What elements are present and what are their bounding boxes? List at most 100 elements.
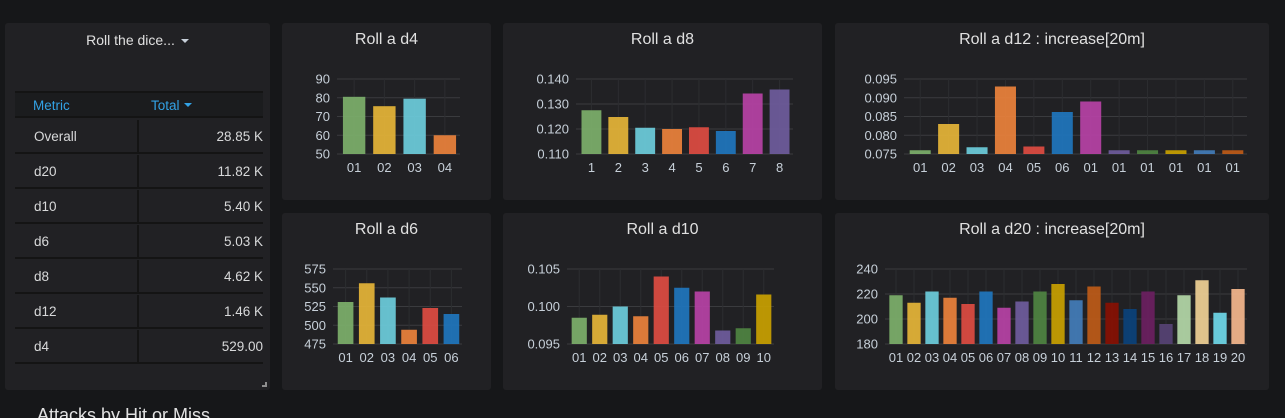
bar[interactable] [337, 302, 354, 344]
x-tick-label: 03 [407, 160, 421, 175]
bar[interactable] [742, 93, 763, 155]
bar[interactable] [925, 291, 939, 345]
total-value: 11.82 K [217, 164, 263, 179]
bar[interactable] [1165, 150, 1187, 154]
bar[interactable] [422, 308, 439, 344]
y-tick-label: 550 [304, 280, 326, 295]
bar[interactable] [1080, 101, 1102, 155]
y-tick-label: 475 [304, 337, 326, 352]
y-tick-label: 525 [304, 299, 326, 314]
sort-desc-icon [183, 103, 192, 107]
x-tick-label: 19 [1213, 350, 1227, 365]
x-tick-label: 10 [1051, 350, 1065, 365]
column-header-total[interactable]: Total [151, 98, 192, 113]
metric-cell: d20 [15, 155, 139, 187]
bar[interactable] [756, 294, 772, 345]
bar[interactable] [1051, 112, 1073, 154]
bar[interactable] [1105, 302, 1119, 344]
bar[interactable] [1195, 280, 1209, 344]
metric-label: d12 [34, 304, 57, 319]
bar[interactable] [1177, 295, 1191, 344]
bar[interactable] [571, 317, 587, 344]
bar[interactable] [1159, 324, 1173, 344]
x-tick-label: 03 [381, 350, 395, 365]
bar[interactable] [1222, 150, 1244, 154]
metric-label: Overall [34, 129, 77, 144]
x-tick-label: 09 [736, 350, 750, 365]
y-tick-label: 0.085 [864, 109, 897, 124]
bar[interactable] [380, 297, 396, 345]
bar[interactable] [1015, 301, 1029, 345]
bar[interactable] [961, 304, 975, 344]
y-tick-label: 0.095 [527, 337, 560, 352]
bar[interactable] [769, 89, 790, 155]
bar[interactable] [938, 124, 960, 154]
y-tick-label: 80 [316, 90, 330, 105]
x-tick-label: 01 [913, 160, 927, 175]
bar[interactable] [889, 295, 903, 344]
bar[interactable] [443, 314, 460, 344]
bar[interactable] [1231, 289, 1245, 344]
bar[interactable] [943, 297, 957, 344]
x-tick-label: 03 [613, 350, 627, 365]
bar[interactable] [373, 106, 396, 154]
bar[interactable] [715, 131, 736, 154]
metric-label: d20 [34, 164, 57, 179]
bar[interactable] [909, 150, 931, 154]
section-title[interactable]: Attacks by Hit or Miss [37, 405, 210, 418]
table-panel-title: Roll the dice... [86, 32, 175, 48]
x-tick-label: 01 [1140, 160, 1154, 175]
column-header-metric[interactable]: Metric [33, 98, 70, 113]
bar[interactable] [674, 287, 690, 344]
panel-title-dropdown[interactable]: Roll the dice... [5, 32, 270, 48]
bar[interactable] [433, 135, 457, 154]
total-value: 5.40 K [223, 199, 263, 214]
bar[interactable] [1137, 150, 1159, 154]
bar[interactable] [907, 302, 921, 344]
metric-cell: d6 [15, 225, 139, 257]
bar[interactable] [1033, 291, 1047, 345]
bar[interactable] [635, 127, 656, 154]
table-row: d12 1.46 K [15, 295, 263, 329]
bar[interactable] [735, 328, 751, 344]
panel-d10: Roll a d10 0.095 0.100 0.105 01 02 03 04 05 06 07… [503, 213, 822, 390]
bar[interactable] [966, 147, 988, 154]
bar[interactable] [358, 283, 375, 344]
bar[interactable] [1123, 309, 1137, 344]
bar[interactable] [653, 276, 669, 345]
bar[interactable] [997, 307, 1011, 344]
bar[interactable] [694, 291, 710, 345]
bar[interactable] [1023, 146, 1045, 155]
bar[interactable] [1051, 284, 1065, 344]
bar[interactable] [1141, 291, 1155, 345]
x-tick-label: 01 [1083, 160, 1097, 175]
x-tick-label: 07 [695, 350, 709, 365]
x-tick-label: 07 [997, 350, 1011, 365]
x-tick-label: 04 [634, 350, 648, 365]
bar[interactable] [1069, 300, 1083, 344]
x-tick-label: 04 [998, 160, 1012, 175]
x-tick-label: 05 [1027, 160, 1041, 175]
table-row: d6 5.03 K [15, 225, 263, 259]
bar[interactable] [1087, 286, 1101, 345]
bar[interactable] [994, 86, 1016, 155]
bar[interactable] [401, 329, 417, 344]
bar[interactable] [1108, 150, 1130, 154]
bar[interactable] [581, 110, 602, 154]
bar[interactable] [592, 314, 608, 344]
bar[interactable] [612, 306, 628, 345]
y-tick-label: 0.120 [536, 122, 569, 137]
bar[interactable] [662, 129, 683, 154]
bar[interactable] [1193, 150, 1215, 154]
bar[interactable] [608, 117, 629, 154]
bar[interactable] [688, 127, 709, 154]
bar[interactable] [715, 330, 731, 345]
bar[interactable] [979, 291, 993, 345]
x-tick-label: 05 [654, 350, 668, 365]
bar[interactable] [1213, 312, 1227, 344]
bar[interactable] [342, 96, 366, 154]
resize-handle-icon[interactable] [262, 382, 267, 387]
y-tick-label: 500 [304, 318, 326, 333]
bar[interactable] [633, 316, 649, 344]
bar[interactable] [403, 98, 426, 154]
